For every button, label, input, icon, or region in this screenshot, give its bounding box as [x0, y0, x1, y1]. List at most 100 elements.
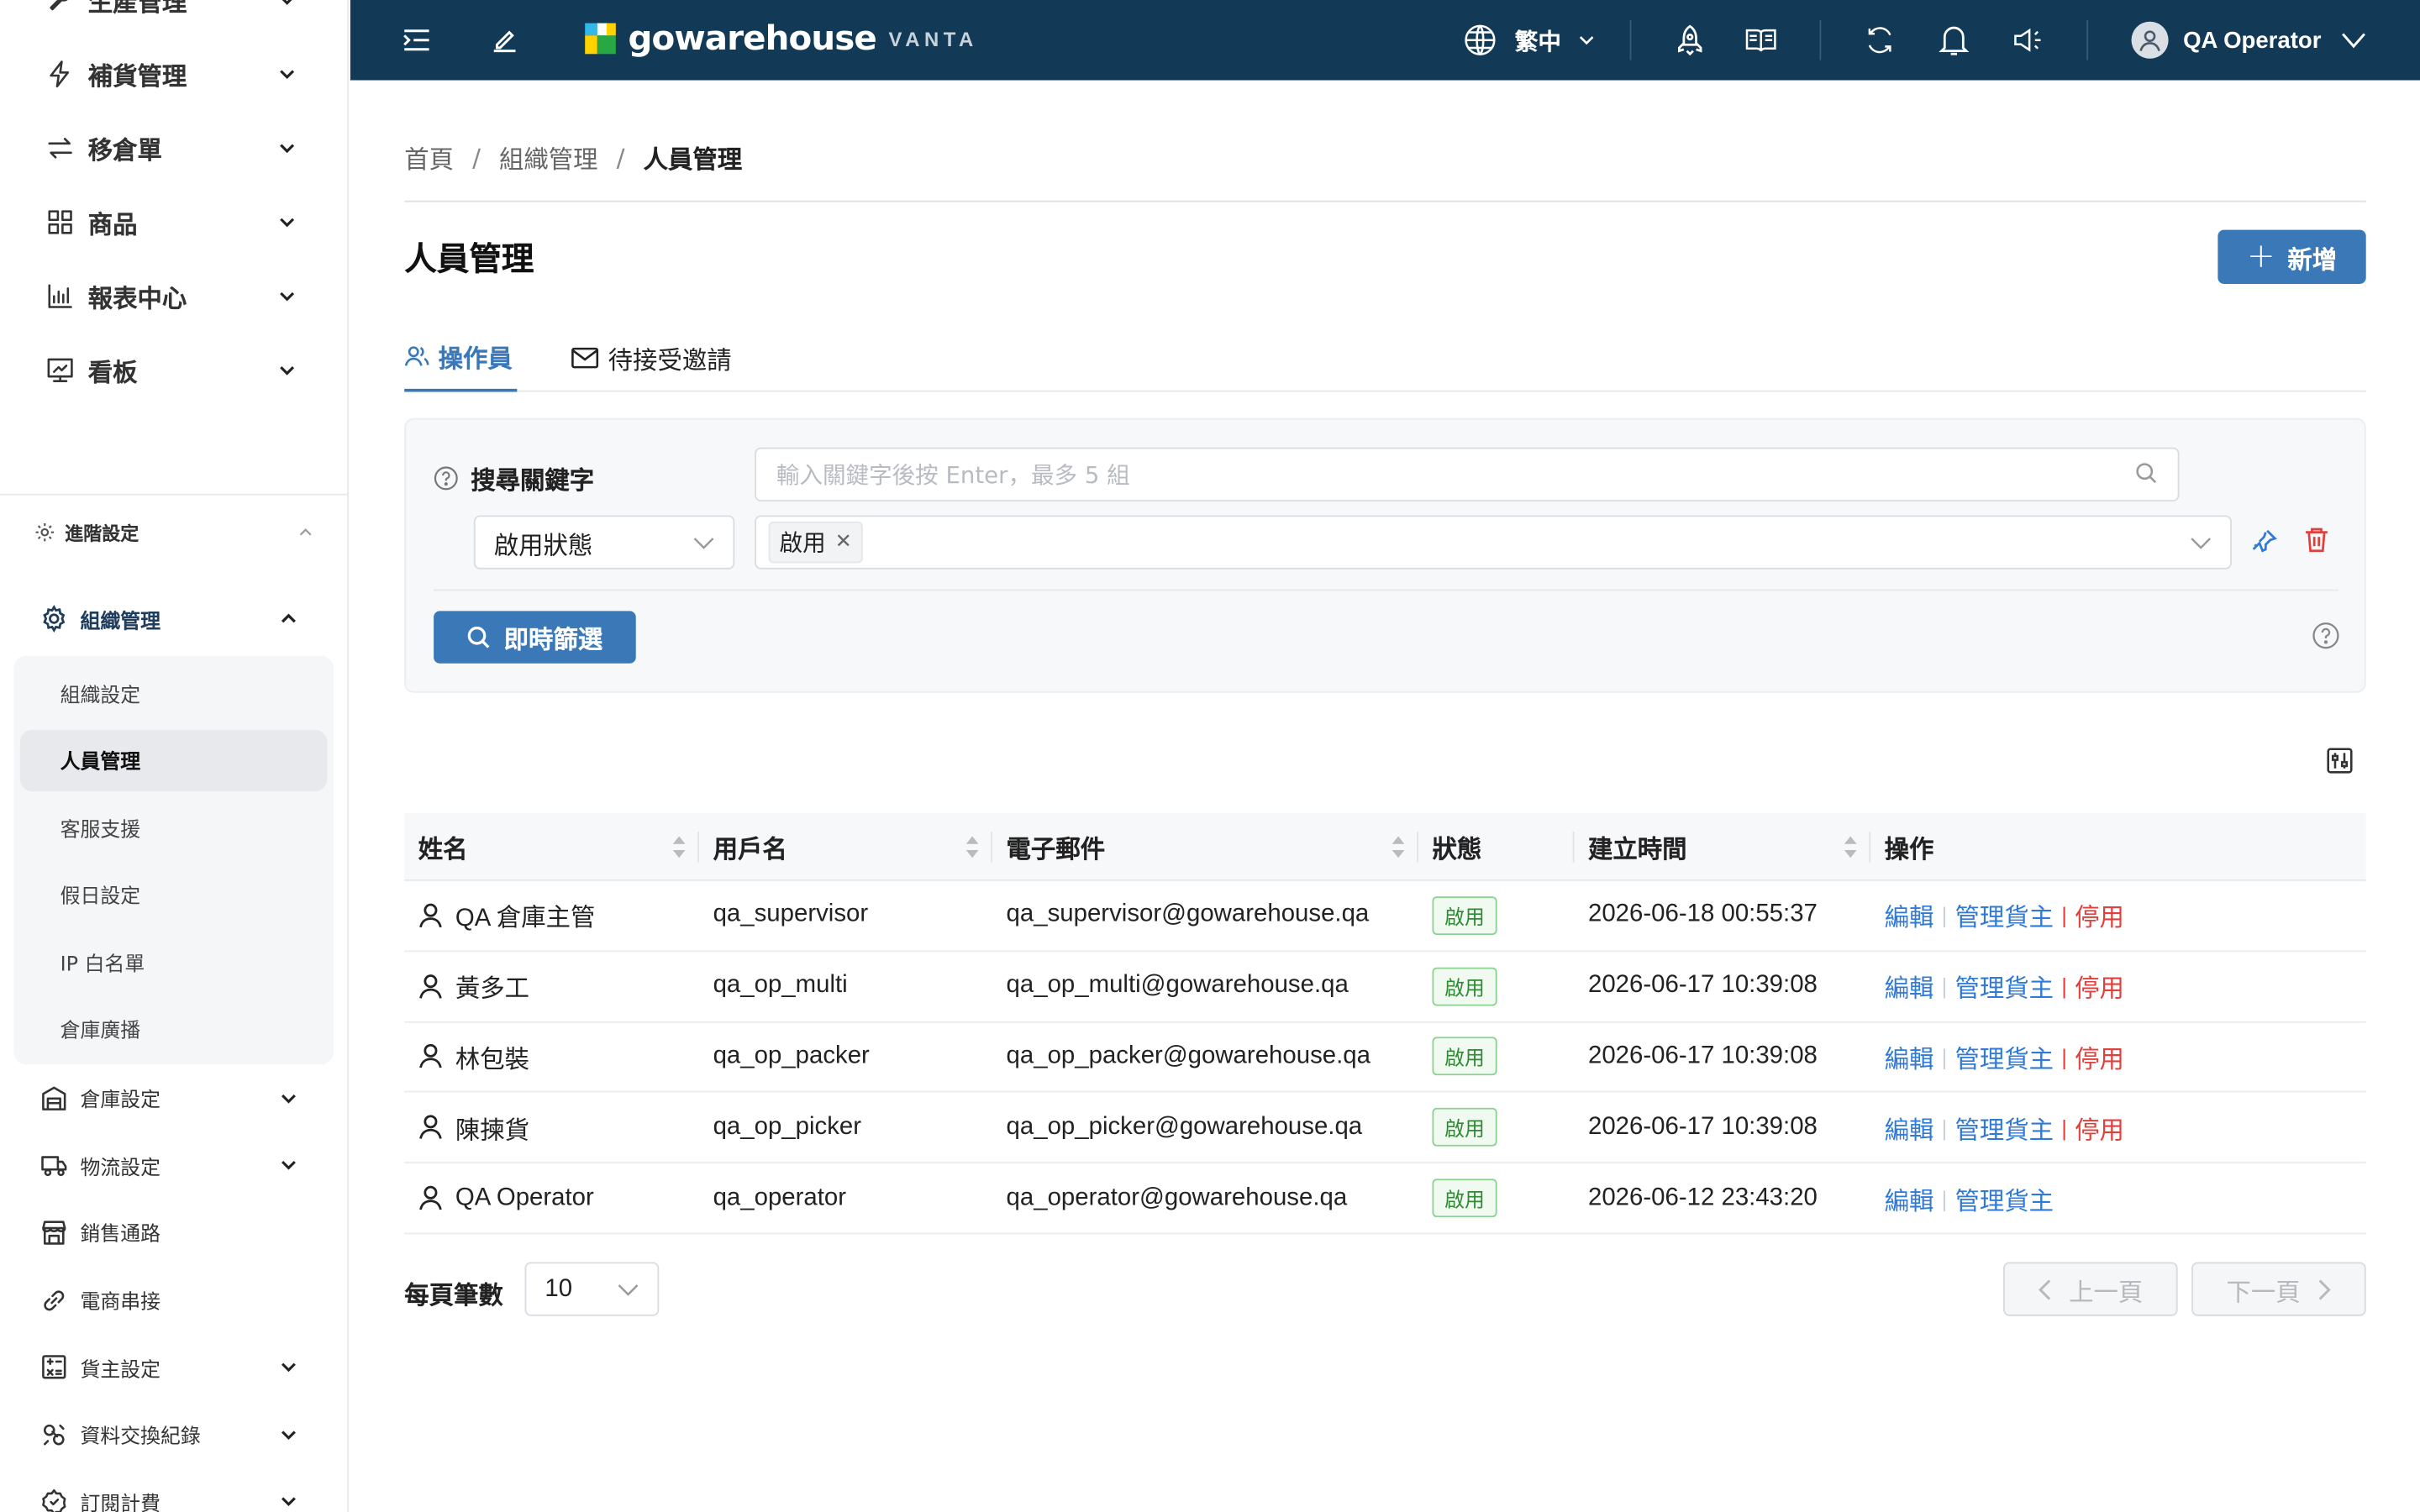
column-header-username[interactable]: 用戶名: [699, 812, 993, 880]
cell-email: qa_operator@gowarehouse.qa: [1006, 1184, 1348, 1211]
advanced-settings-toggle[interactable]: 進階設定: [0, 506, 347, 558]
sort-icon[interactable]: [1391, 834, 1406, 865]
column-settings-icon[interactable]: [2326, 747, 2354, 780]
breadcrumb: 首頁 / 組織管理 / 人員管理: [404, 139, 742, 176]
chevron-down-icon: [278, 213, 297, 231]
edit-link[interactable]: 編輯: [1885, 1179, 1934, 1216]
next-page-button[interactable]: 下一頁: [2191, 1262, 2366, 1316]
cell-email: qa_op_multi@gowarehouse.qa: [1006, 972, 1349, 999]
pin-icon[interactable]: [2250, 528, 2278, 561]
edit-icon[interactable]: [489, 24, 520, 55]
breadcrumb-home[interactable]: 首頁: [404, 139, 454, 176]
language-selector[interactable]: 繁中: [1462, 24, 1595, 57]
cell-name: QA 倉庫主管: [404, 897, 699, 934]
lightning-icon: [46, 60, 74, 88]
column-header-name[interactable]: 姓名: [404, 812, 700, 880]
edit-link[interactable]: 編輯: [1885, 968, 1934, 1005]
book-icon[interactable]: [1744, 24, 1776, 55]
edit-link[interactable]: 編輯: [1885, 1038, 1934, 1075]
close-icon[interactable]: ✕: [835, 531, 852, 554]
sidebar-item[interactable]: 資料交換紀錄: [0, 1401, 347, 1468]
keyword-input[interactable]: [755, 447, 2180, 501]
sidebar-item[interactable]: 物流設定: [0, 1131, 347, 1199]
help-circle-icon[interactable]: [2312, 622, 2339, 655]
disable-link[interactable]: 停用: [2075, 1109, 2124, 1146]
refresh-icon[interactable]: [1864, 24, 1895, 55]
edit-link[interactable]: 編輯: [1885, 1109, 1934, 1146]
sidebar-subitem[interactable]: 倉庫廣播: [20, 997, 328, 1058]
help-circle-icon[interactable]: [434, 466, 458, 491]
tab-pending-invites[interactable]: 待接受邀請: [571, 324, 732, 392]
sort-icon[interactable]: [671, 834, 687, 865]
table-header: 姓名 用戶名 電子郵件 狀態 建立時間 操作: [404, 812, 2366, 881]
user-menu[interactable]: QA Operator: [2130, 21, 2368, 59]
brand-logo[interactable]: gowarehouse VANTA: [585, 18, 978, 59]
sort-icon[interactable]: [965, 834, 980, 865]
language-label: 繁中: [1514, 27, 1561, 55]
sidebar-subitem[interactable]: 人員管理: [19, 728, 328, 791]
menu-toggle-icon[interactable]: [402, 24, 433, 55]
per-page-select[interactable]: 10: [524, 1262, 660, 1316]
manage-owners-link[interactable]: 管理貨主: [1955, 897, 2054, 934]
disable-link[interactable]: 停用: [2075, 968, 2124, 1005]
sidebar-group-org[interactable]: 組織管理: [0, 588, 347, 649]
manage-owners-link[interactable]: 管理貨主: [1955, 1109, 2054, 1146]
chevron-right-icon: [2316, 1278, 2331, 1300]
cell-actions: 編輯 | 管理貨主 | 停用: [1870, 1038, 2366, 1075]
rocket-icon[interactable]: [1674, 24, 1705, 56]
manage-owners-link[interactable]: 管理貨主: [1955, 968, 2054, 1005]
cell-email: qa_op_packer@gowarehouse.qa: [1006, 1042, 1370, 1069]
sidebar-item-label: 銷售通路: [80, 1224, 161, 1247]
sidebar-subitem[interactable]: 組織設定: [20, 662, 328, 723]
sidebar-item-label: 訂閱計費: [80, 1493, 161, 1512]
column-header-email[interactable]: 電子郵件: [992, 812, 1418, 880]
cell-email: qa_supervisor@gowarehouse.qa: [1006, 901, 1370, 928]
sidebar-item[interactable]: 移倉單: [0, 111, 347, 185]
filter-value-select[interactable]: 啟用 ✕: [755, 515, 2232, 570]
mail-icon: [571, 347, 599, 369]
delete-icon[interactable]: [2304, 526, 2328, 559]
sidebar: 生產管理 補貨管理 移倉單 商品 報表中心 看板 進階設定 組織管理 組織設定 …: [0, 0, 350, 1512]
bell-icon[interactable]: [1938, 24, 1969, 55]
sidebar-subitem[interactable]: IP 白名單: [20, 931, 328, 992]
sidebar-item[interactable]: 生產管理: [0, 0, 347, 37]
avatar: [2130, 21, 2168, 59]
cell-created: 2026-06-12 23:43:20: [1587, 1184, 1818, 1211]
header-divider: [404, 200, 2366, 202]
cell-username: qa_op_multi: [713, 972, 848, 999]
sidebar-item[interactable]: 商品: [0, 185, 347, 259]
announcement-icon[interactable]: [2012, 24, 2043, 55]
column-header-created[interactable]: 建立時間: [1574, 812, 1871, 880]
sidebar-item[interactable]: 看板: [0, 333, 347, 407]
sidebar-item[interactable]: 電商串接: [0, 1267, 347, 1334]
cell-name-text: QA Operator: [455, 1184, 594, 1211]
sidebar-subitem[interactable]: 客服支援: [20, 796, 328, 858]
page-title: 人員管理: [404, 240, 534, 278]
sidebar-item[interactable]: 訂閱計費: [0, 1468, 347, 1512]
manage-owners-link[interactable]: 管理貨主: [1955, 1038, 2054, 1075]
gear-icon: [34, 522, 55, 543]
manage-owners-link[interactable]: 管理貨主: [1955, 1179, 2054, 1216]
tab-operators[interactable]: 操作員: [404, 324, 518, 392]
sidebar-divider: [0, 493, 348, 496]
search-icon[interactable]: [2134, 461, 2158, 491]
disable-link[interactable]: 停用: [2075, 1038, 2124, 1075]
sort-icon[interactable]: [1843, 834, 1858, 865]
apply-filter-button[interactable]: 即時篩選: [434, 611, 636, 664]
filter-field-select[interactable]: 啟用狀態: [473, 515, 735, 570]
edit-link[interactable]: 編輯: [1885, 897, 1934, 934]
disable-link[interactable]: 停用: [2075, 897, 2124, 934]
tab-operators-label: 操作員: [438, 344, 513, 374]
sidebar-item[interactable]: 貨主設定: [0, 1334, 347, 1401]
prev-page-button[interactable]: 上一頁: [2003, 1262, 2178, 1316]
sidebar-item[interactable]: 補貨管理: [0, 37, 347, 111]
user-icon: [418, 902, 443, 928]
column-header-email-label: 電子郵件: [1006, 833, 1106, 864]
sidebar-item[interactable]: 銷售通路: [0, 1199, 347, 1266]
breadcrumb-parent[interactable]: 組織管理: [499, 139, 598, 176]
sidebar-item[interactable]: 報表中心: [0, 260, 347, 333]
topbar-right: 繁中 QA Operator: [1462, 0, 2420, 81]
sidebar-item[interactable]: 倉庫設定: [0, 1064, 347, 1131]
add-button[interactable]: + 新增: [2217, 229, 2366, 284]
sidebar-subitem[interactable]: 假日設定: [20, 864, 328, 925]
